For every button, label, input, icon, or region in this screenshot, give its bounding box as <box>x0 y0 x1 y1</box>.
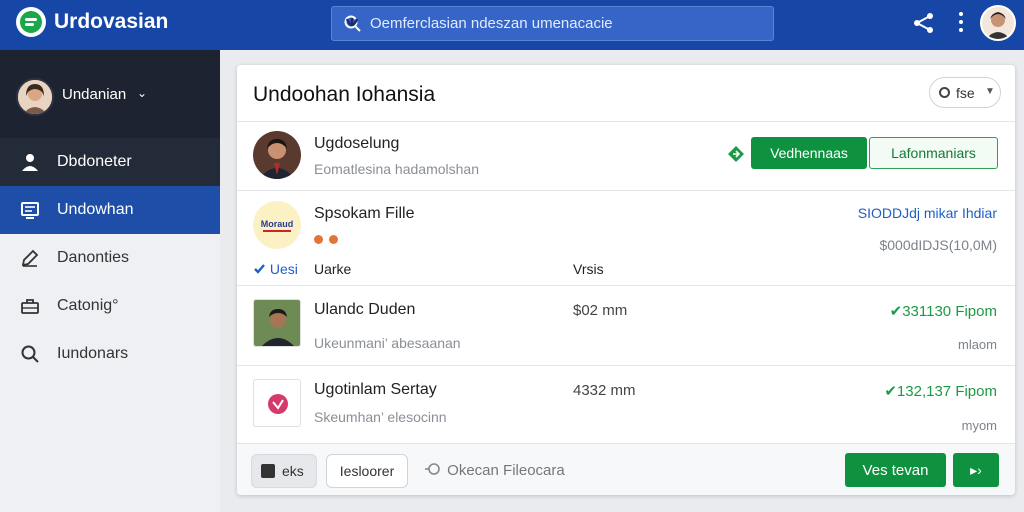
avatar <box>253 131 301 179</box>
thumbnail <box>253 299 301 347</box>
search-bar[interactable] <box>331 6 774 41</box>
chevron-down-icon[interactable]: ⌄ <box>137 86 147 100</box>
row-name: Spsokam Fille <box>314 205 415 222</box>
chevron-down-icon: ▼ <box>985 86 995 97</box>
sidebar-item-dbdoneter[interactable]: Dbdoneter <box>0 138 220 186</box>
row-name: Ulandc Duden <box>314 301 416 318</box>
briefcase-icon <box>21 299 39 314</box>
filter-icon <box>939 87 950 98</box>
search-input[interactable] <box>370 11 730 36</box>
check-badge-icon <box>254 264 265 274</box>
row-amount: $000dIDJS(10,0M) <box>879 237 997 253</box>
sidebar: Undanian ⌄ Dbdoneter Undowhan Danonties … <box>0 50 220 512</box>
sidebar-item-catonig[interactable]: Catonig° <box>0 282 220 330</box>
sidebar-item-label: Dbdoneter <box>57 153 132 170</box>
row-amount: ✔132,137 Fipom <box>884 383 997 400</box>
main-card: Undoohan Iohansia fse ▼ Ugdoselung Eomat… <box>237 65 1015 495</box>
footer-link[interactable]: Okecan Fileocara <box>425 462 565 479</box>
tag-label: Uesi <box>269 261 298 277</box>
status-dots <box>314 231 339 249</box>
row-name: Ugdoselung <box>314 135 400 152</box>
row-value: $02 mm <box>573 302 628 319</box>
chip-label: eks <box>282 463 304 479</box>
status-dot-icon <box>314 235 323 244</box>
footer-option-button[interactable]: Iesloorer <box>326 454 408 488</box>
arrow-diamond-icon[interactable] <box>727 145 745 163</box>
column-header: Vrsis <box>573 261 604 277</box>
app-title: Urdovasian <box>54 10 169 33</box>
card-footer: eks Iesloorer Okecan Fileocara Ves tevan… <box>237 443 1015 495</box>
profile-name: Undanian <box>62 86 127 103</box>
submit-button[interactable]: Ves tevan <box>845 453 946 487</box>
divider <box>237 285 1015 286</box>
thumbnail <box>253 379 301 427</box>
company-logo: Moraud <box>253 201 301 249</box>
filter-dropdown[interactable]: fse ▼ <box>929 77 1001 108</box>
logo-wordmark: Moraud <box>261 219 294 229</box>
top-bar: Urdovasian <box>0 0 1024 50</box>
sidebar-item-label: Iundonars <box>57 345 129 362</box>
primary-action-button[interactable]: Vedhennaas <box>751 137 867 169</box>
row-amount: ✔331130 Fipom <box>889 303 997 320</box>
share-icon[interactable] <box>913 12 935 34</box>
footer-chip-button[interactable]: eks <box>251 454 317 488</box>
refresh-icon <box>425 463 440 475</box>
row-subtitle: Ukeunmani’ abesaanan <box>314 335 461 351</box>
search-icon <box>21 345 39 363</box>
divider <box>237 365 1015 366</box>
card-title: Undoohan Iohansia <box>253 83 436 106</box>
profile-section[interactable]: Undanian ⌄ <box>0 50 220 138</box>
microphone-icon[interactable] <box>344 15 360 33</box>
row-subtitle: Eomatlesina hadamolshan <box>314 161 479 177</box>
row-subtitle: Skeumhan’ elesocinn <box>314 409 447 425</box>
sidebar-item-undowhan[interactable]: Undowhan <box>0 186 220 234</box>
user-icon <box>22 154 38 171</box>
footer-link-label: Okecan Fileocara <box>447 462 565 479</box>
next-arrow-button[interactable]: ▸› <box>953 453 999 487</box>
more-menu-icon[interactable] <box>956 10 966 36</box>
sidebar-item-iundonars[interactable]: Iundonars <box>0 330 220 378</box>
sidebar-item-label: Undowhan <box>57 201 134 218</box>
column-header: Uarke <box>314 261 352 277</box>
inbox-icon <box>21 202 39 219</box>
user-avatar[interactable] <box>980 5 1016 41</box>
row-name: Ugotinlam Sertay <box>314 381 437 398</box>
sidebar-item-danonties[interactable]: Danonties <box>0 234 220 282</box>
divider <box>237 121 1015 122</box>
edit-icon <box>21 249 39 267</box>
square-icon <box>261 464 275 478</box>
divider <box>237 190 1015 191</box>
sidebar-item-label: Catonig° <box>57 297 119 314</box>
row-unit: mlaom <box>957 337 997 352</box>
filter-label: fse <box>956 85 975 101</box>
row-unit: myom <box>961 418 997 433</box>
chevron-right-icon: ▸› <box>970 461 982 478</box>
status-dot-icon <box>329 235 339 244</box>
tag-badge[interactable]: Uesi <box>253 261 298 277</box>
row-value: 4332 mm <box>573 382 636 399</box>
app-logo-icon[interactable] <box>16 7 46 37</box>
secondary-action-button[interactable]: Lafonmaniars <box>869 137 998 169</box>
sidebar-item-label: Danonties <box>57 249 130 266</box>
profile-avatar <box>16 78 54 116</box>
row-link[interactable]: SIODDJdj mikar Ihdiar <box>858 205 997 221</box>
